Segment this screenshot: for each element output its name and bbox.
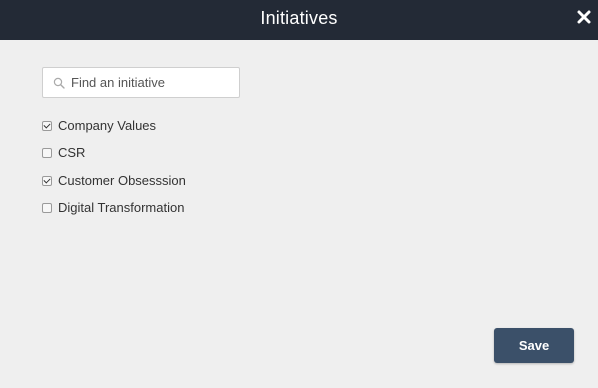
modal-title: Initiatives [260, 8, 338, 28]
initiative-label: Digital Transformation [58, 199, 185, 215]
initiative-label: Customer Obsesssion [58, 172, 186, 188]
search-box[interactable] [42, 67, 240, 98]
modal-header: Initiatives [0, 0, 598, 40]
checkbox[interactable] [42, 148, 52, 159]
initiative-label: CSR [58, 145, 86, 161]
initiative-label: Company Values [58, 118, 157, 133]
checkbox[interactable] [42, 121, 52, 131]
initiative-list: Company Values CSR Customer Obsesssion D… [42, 117, 186, 226]
search-icon [53, 77, 65, 89]
save-button[interactable]: Save [494, 328, 574, 363]
initiative-item-digital-transformation[interactable]: Digital Transformation [42, 199, 186, 217]
close-icon[interactable] [576, 9, 592, 25]
checkbox[interactable] [42, 175, 52, 186]
search-input[interactable] [71, 68, 236, 97]
initiative-item-company-values[interactable]: Company Values [42, 117, 186, 135]
initiative-item-customer-obsession[interactable]: Customer Obsesssion [42, 172, 186, 190]
checkbox[interactable] [42, 202, 52, 213]
initiatives-modal: Initiatives Company Values CSR Customer … [0, 0, 598, 388]
initiative-item-csr[interactable]: CSR [42, 144, 186, 162]
